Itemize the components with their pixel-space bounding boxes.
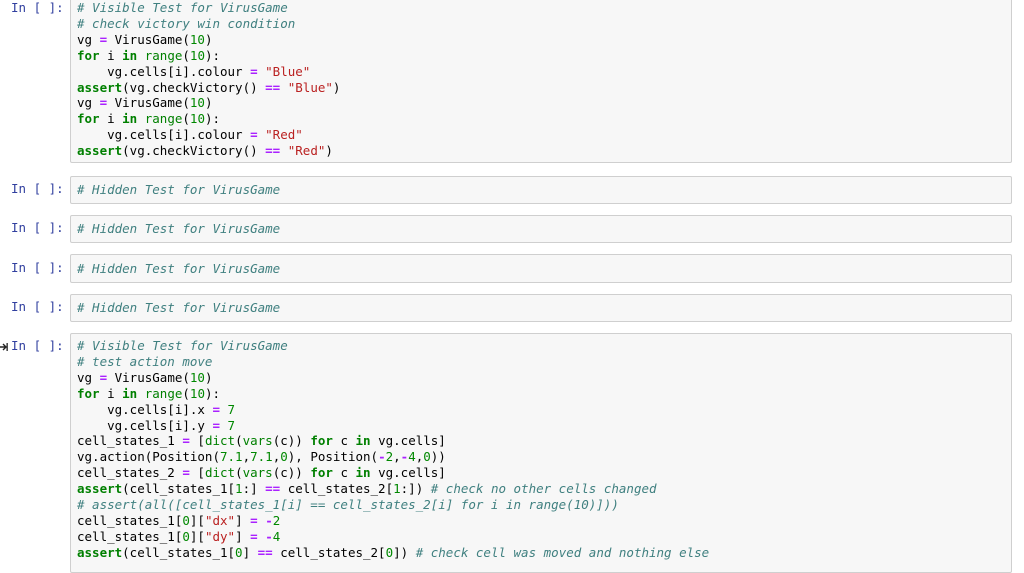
code-editor[interactable]: # Visible Test for VirusGame # check vic…: [70, 0, 1012, 163]
code-text[interactable]: # Visible Test for VirusGame # test acti…: [77, 338, 709, 561]
code-text[interactable]: # Hidden Test for VirusGame: [77, 300, 280, 316]
code-editor[interactable]: # Hidden Test for VirusGame: [70, 215, 1012, 243]
code-editor[interactable]: # Visible Test for VirusGame # test acti…: [70, 333, 1012, 573]
cell-prompt: In [ ]:: [11, 220, 64, 235]
code-text[interactable]: # Hidden Test for VirusGame: [77, 182, 280, 198]
code-editor[interactable]: # Hidden Test for VirusGame: [70, 254, 1012, 283]
cell-prompt: In [ ]:: [11, 181, 64, 196]
cell-prompt: In [ ]:: [11, 299, 64, 314]
code-text[interactable]: # Hidden Test for VirusGame: [77, 261, 280, 277]
selected-cell-arrow-icon: [0, 343, 8, 351]
code-editor[interactable]: # Hidden Test for VirusGame: [70, 294, 1012, 322]
code-text[interactable]: # Hidden Test for VirusGame: [77, 221, 280, 237]
cell-prompt: In [ ]:: [11, 338, 64, 353]
code-editor[interactable]: # Hidden Test for VirusGame: [70, 176, 1012, 204]
cell-prompt: In [ ]:: [11, 260, 64, 275]
cell-prompt: In [ ]:: [11, 0, 64, 15]
code-text[interactable]: # Visible Test for VirusGame # check vic…: [77, 0, 340, 159]
